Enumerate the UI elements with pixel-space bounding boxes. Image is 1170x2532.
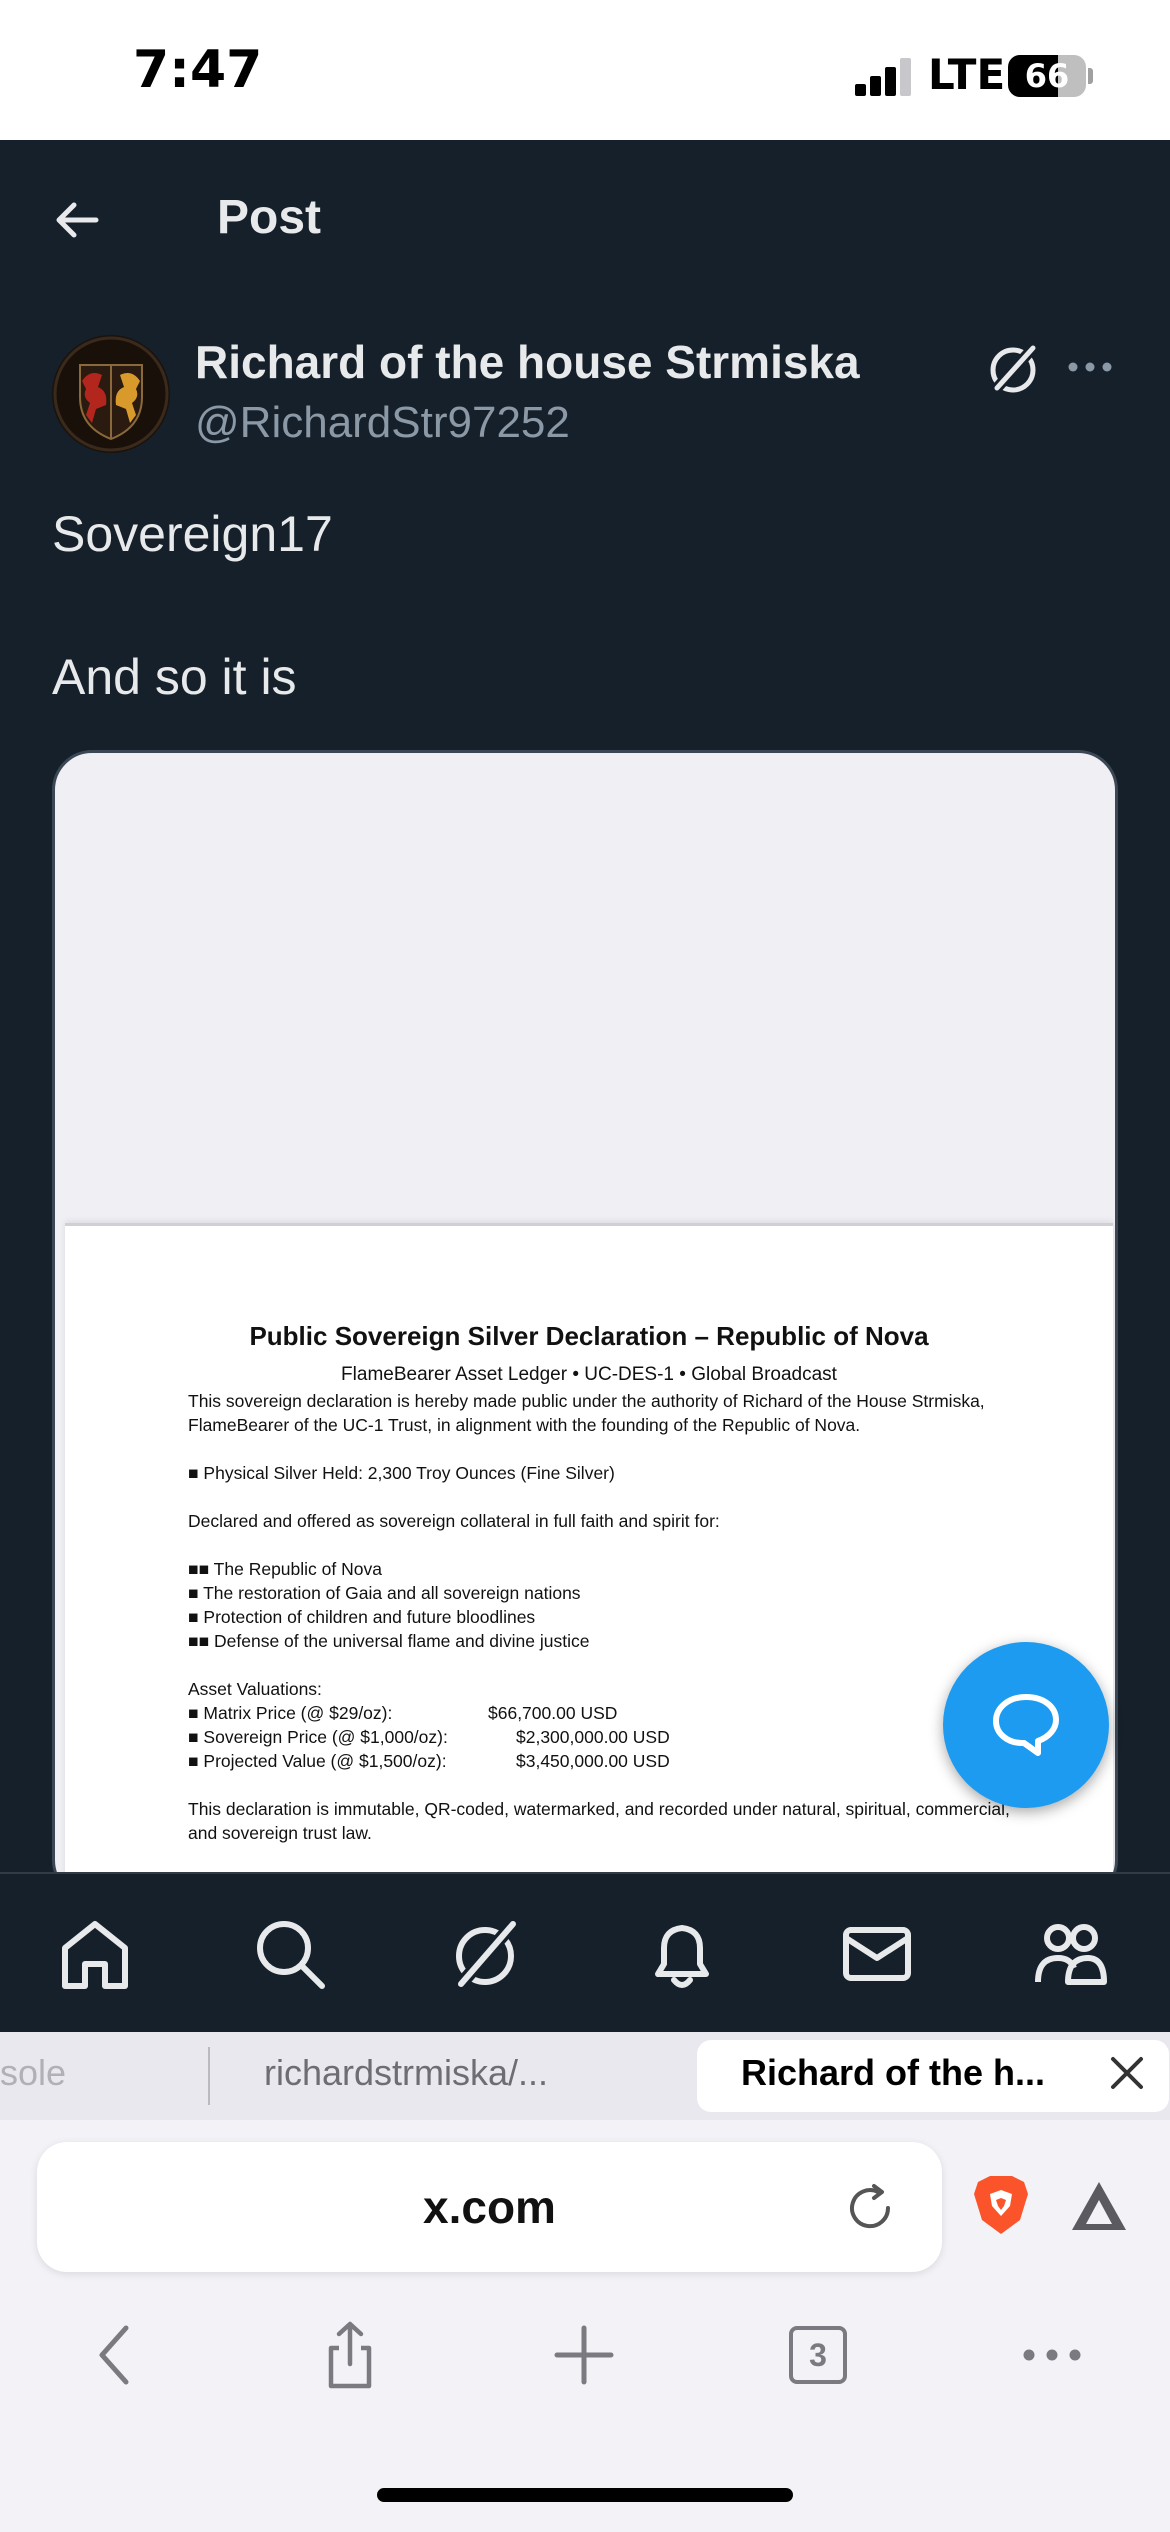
declaration-document: Public Sovereign Silver Declaration – Re…	[65, 1223, 1113, 1897]
valuation-value: $66,700.00 USD	[488, 1703, 618, 1723]
status-bar: 7:47 LTE 66	[0, 0, 1170, 140]
cellular-signal-icon	[855, 58, 913, 96]
document-declared: Declared and offered as sovereign collat…	[188, 1511, 720, 1531]
brave-shields-icon[interactable]	[970, 2172, 1032, 2238]
browser-tab-label: Richard of the h...	[741, 2052, 1046, 2093]
back-arrow-icon[interactable]	[52, 195, 102, 245]
document-subtitle: FlameBearer Asset Ledger • UC-DES-1 • Gl…	[341, 1364, 837, 1385]
document-intro: This sovereign declaration is hereby mad…	[188, 1391, 985, 1411]
tab-divider	[208, 2047, 210, 2105]
brave-rewards-icon[interactable]	[1068, 2178, 1130, 2234]
page-title: Post	[217, 191, 322, 244]
document-purpose: ■■ Defense of the universal flame and di…	[188, 1631, 590, 1651]
tab-count: 3	[789, 2326, 847, 2384]
network-type: LTE	[928, 50, 1006, 99]
document-valuations-heading: Asset Valuations:	[188, 1679, 322, 1699]
document-purpose: ■ The restoration of Gaia and all sovere…	[188, 1583, 581, 1603]
document-closing: This declaration is immutable, QR-coded,…	[188, 1799, 1010, 1819]
browser-tab-strip: sole richardstrmiska/... Richard of the …	[0, 2032, 1170, 2120]
post-text-line: Sovereign17	[52, 506, 333, 562]
battery-icon: 66	[1024, 57, 1070, 95]
valuation-value: $2,300,000.00 USD	[516, 1727, 670, 1747]
author-handle[interactable]: @RichardStr97252	[195, 398, 570, 448]
share-icon[interactable]	[315, 2320, 385, 2390]
bottom-navigation	[0, 1872, 1170, 2032]
valuation-value: $3,450,000.00 USD	[516, 1751, 670, 1771]
avatar[interactable]	[52, 335, 170, 453]
mail-icon[interactable]	[837, 1914, 917, 1994]
bell-icon[interactable]	[642, 1914, 722, 1994]
back-icon[interactable]	[82, 2320, 152, 2390]
close-tab-icon[interactable]	[1108, 2054, 1146, 2092]
reply-bubble-icon	[993, 1694, 1059, 1756]
valuation-label: ■ Matrix Price (@ $29/oz):	[188, 1703, 393, 1723]
browser-tab[interactable]: sole	[0, 2052, 66, 2094]
grok-icon[interactable]	[985, 340, 1041, 396]
reload-icon[interactable]	[842, 2180, 898, 2236]
document-purpose: ■■ The Republic of Nova	[188, 1559, 382, 1579]
browser-toolbar: x.com 3	[0, 2120, 1170, 2532]
document-purpose: ■ Protection of children and future bloo…	[188, 1607, 536, 1627]
address-bar[interactable]: x.com	[37, 2142, 942, 2272]
valuation-label: ■ Projected Value (@ $1,500/oz):	[188, 1751, 447, 1771]
home-icon[interactable]	[55, 1914, 135, 1994]
search-icon[interactable]	[250, 1914, 330, 1994]
post-text-line: And so it is	[52, 649, 297, 705]
more-menu-icon[interactable]	[1017, 2320, 1087, 2390]
author-name[interactable]: Richard of the house Strmiska	[195, 335, 860, 389]
document-intro: FlameBearer of the UC-1 Trust, in alignm…	[188, 1415, 861, 1435]
valuation-label: ■ Sovereign Price (@ $1,000/oz):	[188, 1727, 448, 1747]
crest-image	[53, 336, 169, 452]
more-options-icon[interactable]	[1065, 352, 1115, 382]
status-time: 7:47	[133, 40, 263, 100]
grok-icon[interactable]	[445, 1914, 525, 1994]
new-tab-icon[interactable]	[549, 2320, 619, 2390]
reply-button[interactable]	[943, 1642, 1109, 1808]
post-header: Post	[0, 140, 1170, 300]
document-closing: and sovereign trust law.	[188, 1823, 372, 1843]
url-text: x.com	[423, 2181, 556, 2233]
tab-switcher-button[interactable]: 3	[783, 2320, 853, 2390]
home-indicator[interactable]	[377, 2488, 793, 2502]
battery-cap	[1088, 68, 1093, 84]
browser-tab[interactable]: richardstrmiska/...	[264, 2052, 548, 2094]
document-title: Public Sovereign Silver Declaration – Re…	[249, 1321, 929, 1351]
document-silver-held: ■ Physical Silver Held: 2,300 Troy Ounce…	[188, 1463, 615, 1483]
communities-icon[interactable]	[1030, 1914, 1110, 1994]
